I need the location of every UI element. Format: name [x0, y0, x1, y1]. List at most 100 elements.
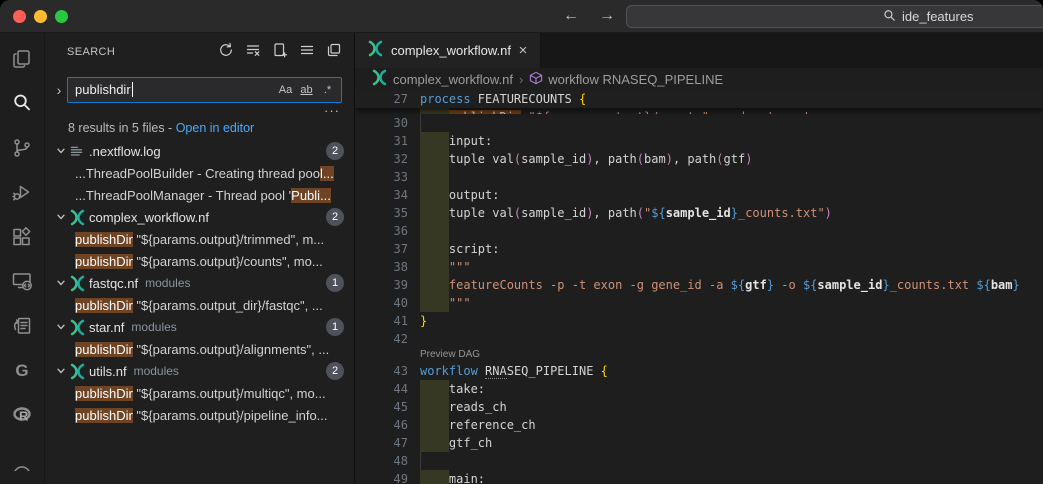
activity-item-gitlens[interactable]: G: [0, 351, 45, 396]
chevron-down-icon[interactable]: [53, 143, 69, 159]
refresh-icon: [218, 42, 234, 63]
maximize-window-button[interactable]: [55, 10, 68, 23]
search-match-row[interactable]: publishDir "${params.output}/trimmed", m…: [45, 228, 354, 250]
activity-item-r-language[interactable]: R: [0, 395, 45, 440]
breadcrumb-symbol[interactable]: workflow RNASEQ_PIPELINE: [529, 71, 723, 88]
app-window: ← → ide_features GR SEARCH › publishdir: [0, 0, 1043, 484]
search-file-row[interactable]: fastqc.nfmodules1: [45, 272, 354, 294]
line-number: 40: [355, 294, 408, 312]
search-match-row[interactable]: ...ThreadPoolBuilder - Creating thread p…: [45, 162, 354, 184]
activity-item-source-control[interactable]: [0, 128, 45, 173]
code-line: 39 featureCounts -p -t exon -g gene_id -…: [355, 276, 1043, 294]
search-file-row[interactable]: star.nfmodules1: [45, 316, 354, 338]
line-number: 47: [355, 434, 408, 452]
code-line: 47 gtf_ch: [355, 434, 1043, 452]
activity-bar: GR: [0, 33, 45, 484]
search-query-text: publishdir: [75, 82, 131, 97]
forward-arrow-icon[interactable]: →: [596, 5, 618, 27]
code-editor[interactable]: 27process FEATURECOUNTS { publishDir "${…: [355, 90, 1043, 484]
activity-item-run-and-debug[interactable]: [0, 173, 45, 218]
line-number: 48: [355, 452, 408, 470]
match-count-badge: 1: [326, 318, 344, 336]
activity-item-account[interactable]: [0, 440, 45, 484]
whole-word-button[interactable]: ab: [297, 80, 316, 99]
back-arrow-icon[interactable]: ←: [560, 5, 582, 27]
close-tab-icon[interactable]: ×: [514, 42, 532, 59]
match-count-badge: 2: [326, 362, 344, 380]
match-highlight: publishDir: [75, 232, 133, 247]
search-file-row[interactable]: complex_workflow.nf2: [45, 206, 354, 228]
codelens-preview-dag[interactable]: Preview DAG: [355, 348, 1043, 362]
line-number: 33: [355, 168, 408, 186]
title-bar: ← → ide_features: [0, 0, 1043, 33]
more-actions-icon[interactable]: ···: [324, 103, 340, 118]
search-match-row[interactable]: publishDir "${params.output}/counts", mo…: [45, 250, 354, 272]
match-highlight: l...: [320, 166, 334, 181]
text-caret: [132, 82, 133, 97]
view-as-list-button[interactable]: [297, 42, 317, 62]
nextflow-icon: [69, 275, 89, 291]
breadcrumb-file[interactable]: complex_workflow.nf: [371, 69, 513, 89]
command-center[interactable]: ide_features: [626, 5, 1043, 28]
svg-text:G: G: [15, 361, 28, 380]
log-file-icon: [69, 143, 89, 159]
file-name: star.nf: [89, 320, 124, 335]
search-match-row[interactable]: publishDir "${params.output}/multiqc", m…: [45, 382, 354, 404]
match-highlight: publishDir: [75, 342, 133, 357]
tab-complex-workflow[interactable]: complex_workflow.nf ×: [355, 33, 541, 68]
chevron-down-icon[interactable]: [53, 363, 69, 379]
line-number: 37: [355, 240, 408, 258]
activity-item-extensions[interactable]: [0, 217, 45, 262]
code-line: 36: [355, 222, 1043, 240]
new-search-editor-icon: [272, 42, 288, 63]
search-file-row[interactable]: .nextflow.log2: [45, 140, 354, 162]
code-line: 34 output:: [355, 186, 1043, 204]
nextflow-icon: [69, 209, 89, 225]
run-debug-icon: [10, 180, 34, 209]
svg-text:R: R: [19, 408, 29, 423]
chevron-down-icon[interactable]: [53, 275, 69, 291]
search-match-row[interactable]: ...ThreadPoolManager - Thread pool 'Publ…: [45, 184, 354, 206]
match-count-badge: 2: [326, 142, 344, 160]
activity-item-task-explorer[interactable]: [0, 306, 45, 351]
file-name: utils.nf: [89, 364, 127, 379]
line-number: 44: [355, 380, 408, 398]
search-match-row[interactable]: publishDir "${params.output}/alignments"…: [45, 338, 354, 360]
close-window-button[interactable]: [13, 10, 26, 23]
line-number: 38: [355, 258, 408, 276]
extensions-icon: [10, 225, 34, 254]
search-match-row[interactable]: publishDir "${params.output}/pipeline_in…: [45, 404, 354, 426]
history-nav: ← →: [560, 5, 618, 27]
chevron-down-icon[interactable]: [53, 319, 69, 335]
search-file-row[interactable]: utils.nfmodules2: [45, 360, 354, 382]
search-results-tree: .nextflow.log2...ThreadPoolBuilder - Cre…: [45, 140, 354, 484]
code-line: 41}: [355, 312, 1043, 330]
minimize-window-button[interactable]: [34, 10, 47, 23]
activity-item-remote-explorer[interactable]: [0, 262, 45, 307]
code-line: 44 take:: [355, 380, 1043, 398]
activity-item-explorer[interactable]: [0, 39, 45, 84]
toggle-replace-chevron-icon[interactable]: ›: [51, 82, 67, 98]
match-case-button[interactable]: Aa: [276, 80, 295, 99]
chevron-down-icon[interactable]: [53, 209, 69, 225]
open-in-editor-link[interactable]: Open in editor: [176, 121, 255, 135]
code-line: 32 tuple val(sample_id), path(bam), path…: [355, 150, 1043, 168]
search-input[interactable]: publishdir Aa ab .*: [67, 77, 342, 103]
code-line: 45 reads_ch: [355, 398, 1043, 416]
results-summary: 8 results in 5 files - Open in editor: [68, 121, 254, 135]
line-number: 43: [355, 362, 408, 380]
line-number: 35: [355, 204, 408, 222]
new-search-editor-button[interactable]: [270, 42, 290, 62]
search-match-row[interactable]: publishDir "${params.output_dir}/fastqc"…: [45, 294, 354, 316]
code-line: 42: [355, 330, 1043, 348]
regex-button[interactable]: .*: [318, 80, 337, 99]
activity-item-search[interactable]: [0, 84, 45, 129]
refresh-button[interactable]: [216, 42, 236, 62]
sticky-scroll-line[interactable]: 27process FEATURECOUNTS {: [355, 90, 1043, 108]
clear-results-button[interactable]: [243, 42, 263, 62]
code-line: 33: [355, 168, 1043, 186]
open-new-editor-button[interactable]: [324, 42, 344, 62]
code-line: 46 reference_ch: [355, 416, 1043, 434]
code-line: 35 tuple val(sample_id), path("${sample_…: [355, 204, 1043, 222]
symbol-module-icon: [529, 71, 543, 88]
